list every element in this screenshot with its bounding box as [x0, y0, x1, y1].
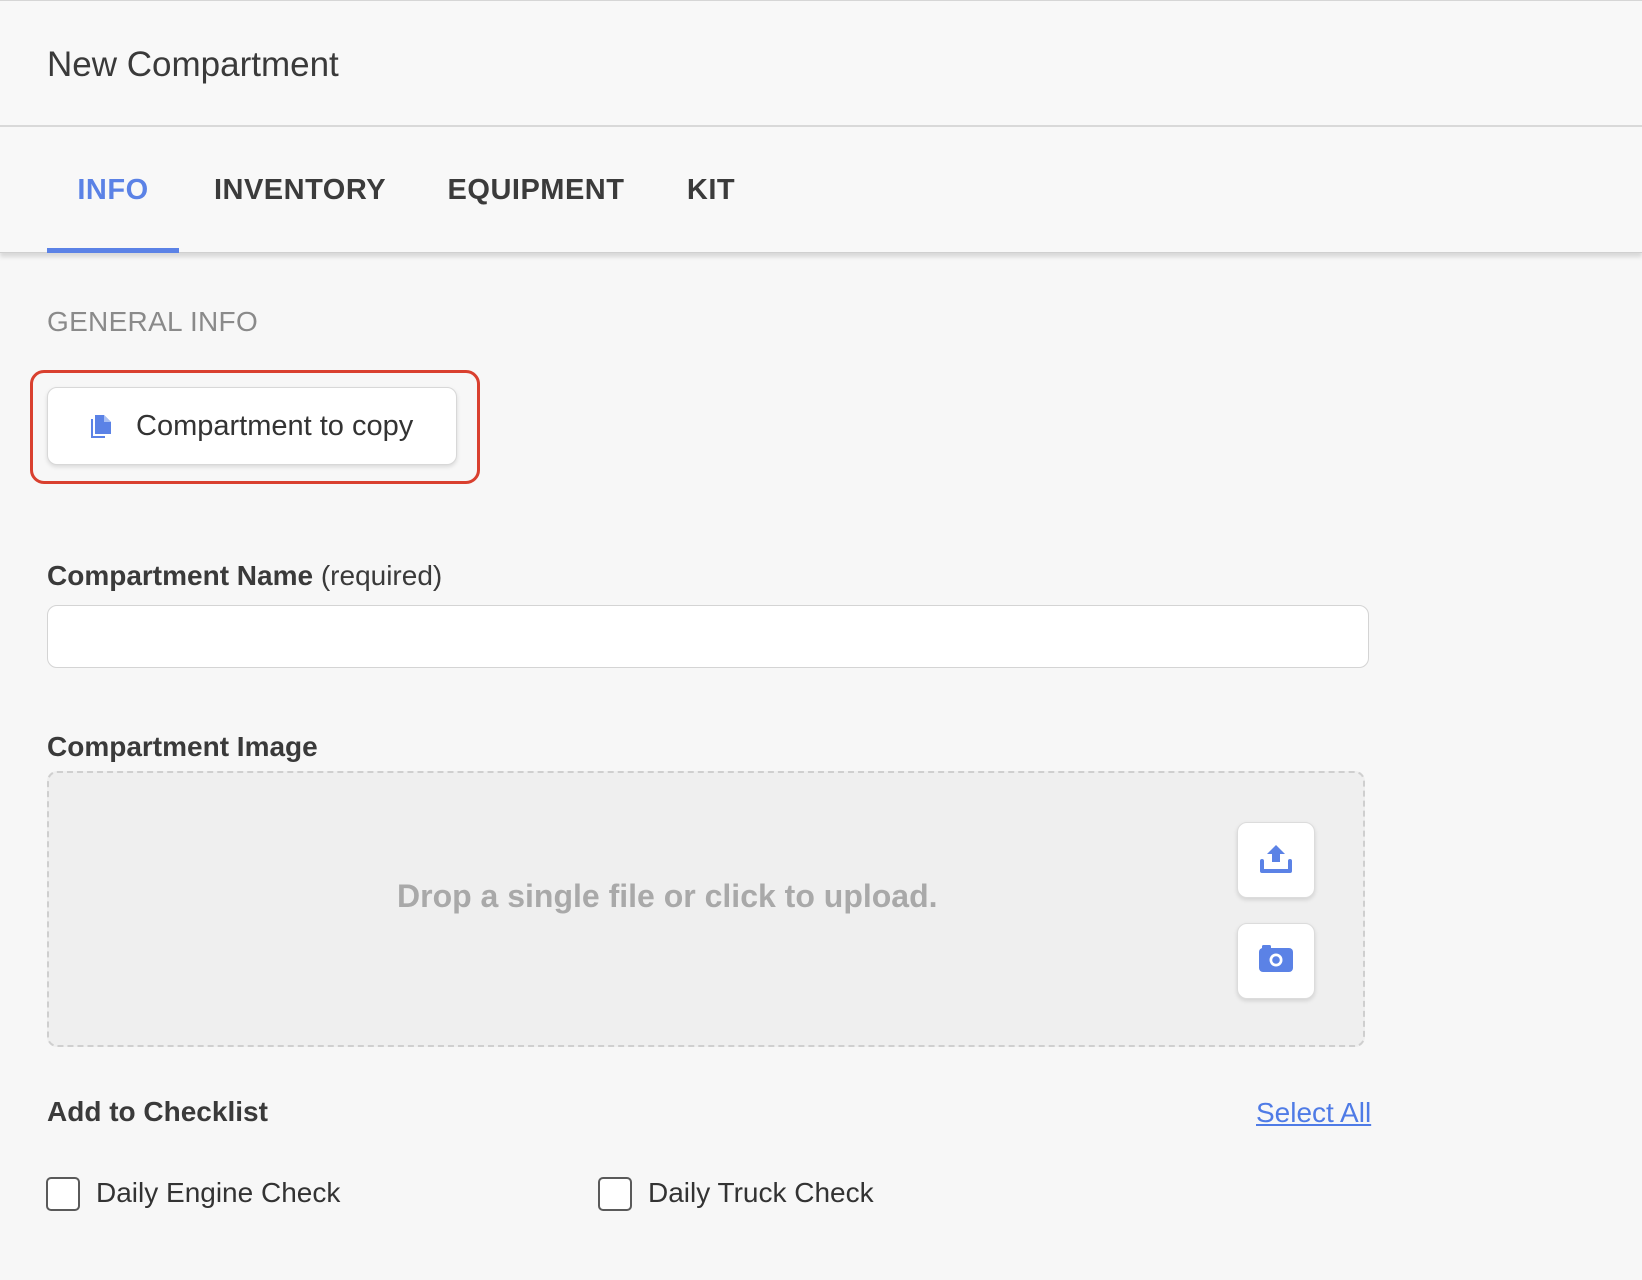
- dropzone-text: Drop a single file or click to upload.: [397, 878, 938, 914]
- file-copy-icon: [88, 414, 114, 440]
- compartment-to-copy-button[interactable]: Compartment to copy: [47, 387, 457, 465]
- compartment-image-label-text: Compartment Image: [47, 731, 318, 762]
- add-to-checklist-label: Add to Checklist: [47, 1096, 268, 1128]
- camera-button[interactable]: [1237, 923, 1315, 999]
- label-daily-engine-check: Daily Engine Check: [96, 1177, 341, 1208]
- compartment-name-label: Compartment Name (required): [47, 560, 442, 592]
- copy-button-label: Compartment to copy: [136, 410, 414, 442]
- camera-icon: [1258, 944, 1294, 978]
- upload-button[interactable]: [1237, 822, 1315, 898]
- compartment-image-label: Compartment Image: [47, 731, 318, 763]
- tab-info[interactable]: INFO: [47, 127, 179, 253]
- label-daily-truck-check: Daily Truck Check: [648, 1177, 874, 1208]
- select-all-link[interactable]: Select All: [1256, 1097, 1371, 1129]
- compartment-name-input[interactable]: [47, 605, 1369, 668]
- checkbox-daily-engine-check[interactable]: [46, 1177, 80, 1211]
- add-to-checklist-title: Add to Checklist: [47, 1096, 268, 1127]
- compartment-name-label-text: Compartment Name: [47, 560, 314, 591]
- tab-inventory[interactable]: INVENTORY: [204, 127, 396, 253]
- active-tab-indicator: [47, 248, 179, 253]
- required-note: (required): [320, 560, 443, 591]
- image-dropzone[interactable]: Drop a single file or click to upload.: [47, 771, 1365, 1047]
- upload-icon: [1259, 842, 1293, 879]
- tab-equipment[interactable]: EQUIPMENT: [438, 127, 634, 253]
- new-compartment-page: New Compartment INFO INVENTORY EQUIPMENT…: [0, 0, 1642, 1280]
- page-title: New Compartment: [47, 45, 339, 84]
- section-label-general-info: GENERAL INFO: [47, 306, 259, 337]
- page-header: New Compartment: [0, 0, 1642, 127]
- tab-bar: INFO INVENTORY EQUIPMENT KIT: [0, 127, 1642, 253]
- tab-kit[interactable]: KIT: [676, 127, 746, 253]
- checkbox-daily-truck-check[interactable]: [598, 1177, 632, 1211]
